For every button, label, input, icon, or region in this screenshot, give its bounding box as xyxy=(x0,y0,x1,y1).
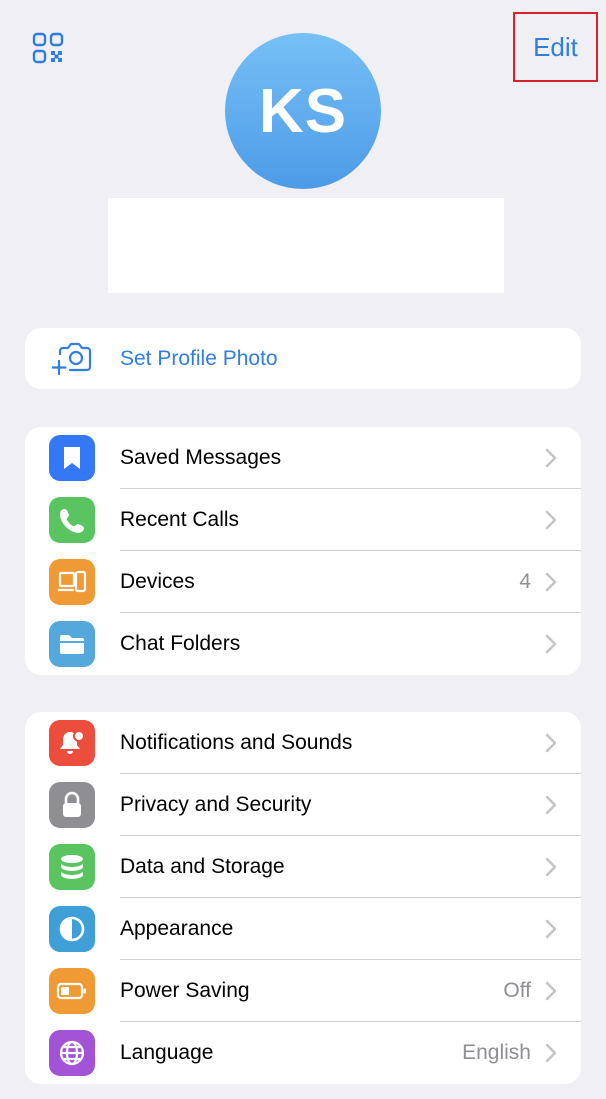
database-icon xyxy=(49,844,95,890)
chevron-right-icon xyxy=(545,448,559,468)
chevron-right-icon xyxy=(545,919,559,939)
settings-item-notifications[interactable]: Notifications and Sounds xyxy=(25,712,581,774)
settings-item-saved-messages[interactable]: Saved Messages xyxy=(25,427,581,489)
chevron-right-icon xyxy=(545,572,559,592)
settings-item-label: Power Saving xyxy=(120,978,250,1002)
settings-item-label: Chat Folders xyxy=(120,632,241,655)
settings-group-2: Notifications and Sounds Privacy and Sec… xyxy=(25,712,581,1084)
chevron-right-icon xyxy=(545,1043,559,1063)
globe-icon xyxy=(49,1030,95,1076)
camera-add-icon xyxy=(25,341,120,377)
settings-item-label: Language xyxy=(120,1041,214,1064)
devices-icon xyxy=(49,559,95,605)
folder-icon xyxy=(49,621,95,667)
settings-group-1: Saved Messages Recent Calls Devices 4 Ch… xyxy=(25,427,581,675)
settings-item-label: Devices xyxy=(120,569,195,593)
avatar-initials: KS xyxy=(258,76,348,146)
chevron-right-icon xyxy=(545,510,559,530)
settings-item-recent-calls[interactable]: Recent Calls xyxy=(25,489,581,551)
settings-item-devices[interactable]: Devices 4 xyxy=(25,551,581,613)
settings-item-label: Saved Messages xyxy=(120,445,282,469)
set-profile-photo-card: Set Profile Photo xyxy=(25,328,581,389)
settings-item-value: 4 xyxy=(519,569,531,593)
avatar[interactable]: KS xyxy=(225,33,381,189)
set-profile-photo-button[interactable]: Set Profile Photo xyxy=(25,328,581,389)
settings-item-power-saving[interactable]: Power Saving Off xyxy=(25,960,581,1022)
settings-item-label: Notifications and Sounds xyxy=(120,730,353,754)
settings-item-data-storage[interactable]: Data and Storage xyxy=(25,836,581,898)
settings-item-chat-folders[interactable]: Chat Folders xyxy=(25,613,581,675)
settings-item-label: Recent Calls xyxy=(120,507,240,531)
settings-item-value: English xyxy=(462,1041,531,1064)
chevron-right-icon xyxy=(545,857,559,877)
settings-item-privacy[interactable]: Privacy and Security xyxy=(25,774,581,836)
lock-icon xyxy=(49,782,95,828)
chevron-right-icon xyxy=(545,795,559,815)
settings-item-language[interactable]: Language English xyxy=(25,1022,581,1084)
settings-item-label: Data and Storage xyxy=(120,854,285,878)
chevron-right-icon xyxy=(545,733,559,753)
qr-code-icon xyxy=(32,32,64,64)
chevron-right-icon xyxy=(545,981,559,1001)
appearance-icon xyxy=(49,906,95,952)
edit-button[interactable]: Edit xyxy=(513,12,598,82)
battery-icon xyxy=(49,968,95,1014)
set-profile-photo-label: Set Profile Photo xyxy=(120,346,278,370)
settings-item-label: Appearance xyxy=(120,916,234,940)
settings-item-appearance[interactable]: Appearance xyxy=(25,898,581,960)
chevron-right-icon xyxy=(545,634,559,654)
qr-code-button[interactable] xyxy=(28,28,68,68)
bookmark-icon xyxy=(49,435,95,481)
settings-item-value: Off xyxy=(503,978,531,1002)
phone-icon xyxy=(49,497,95,543)
bell-icon xyxy=(49,720,95,766)
profile-name-redacted xyxy=(108,198,504,293)
settings-item-label: Privacy and Security xyxy=(120,792,312,816)
edit-label: Edit xyxy=(533,31,578,62)
